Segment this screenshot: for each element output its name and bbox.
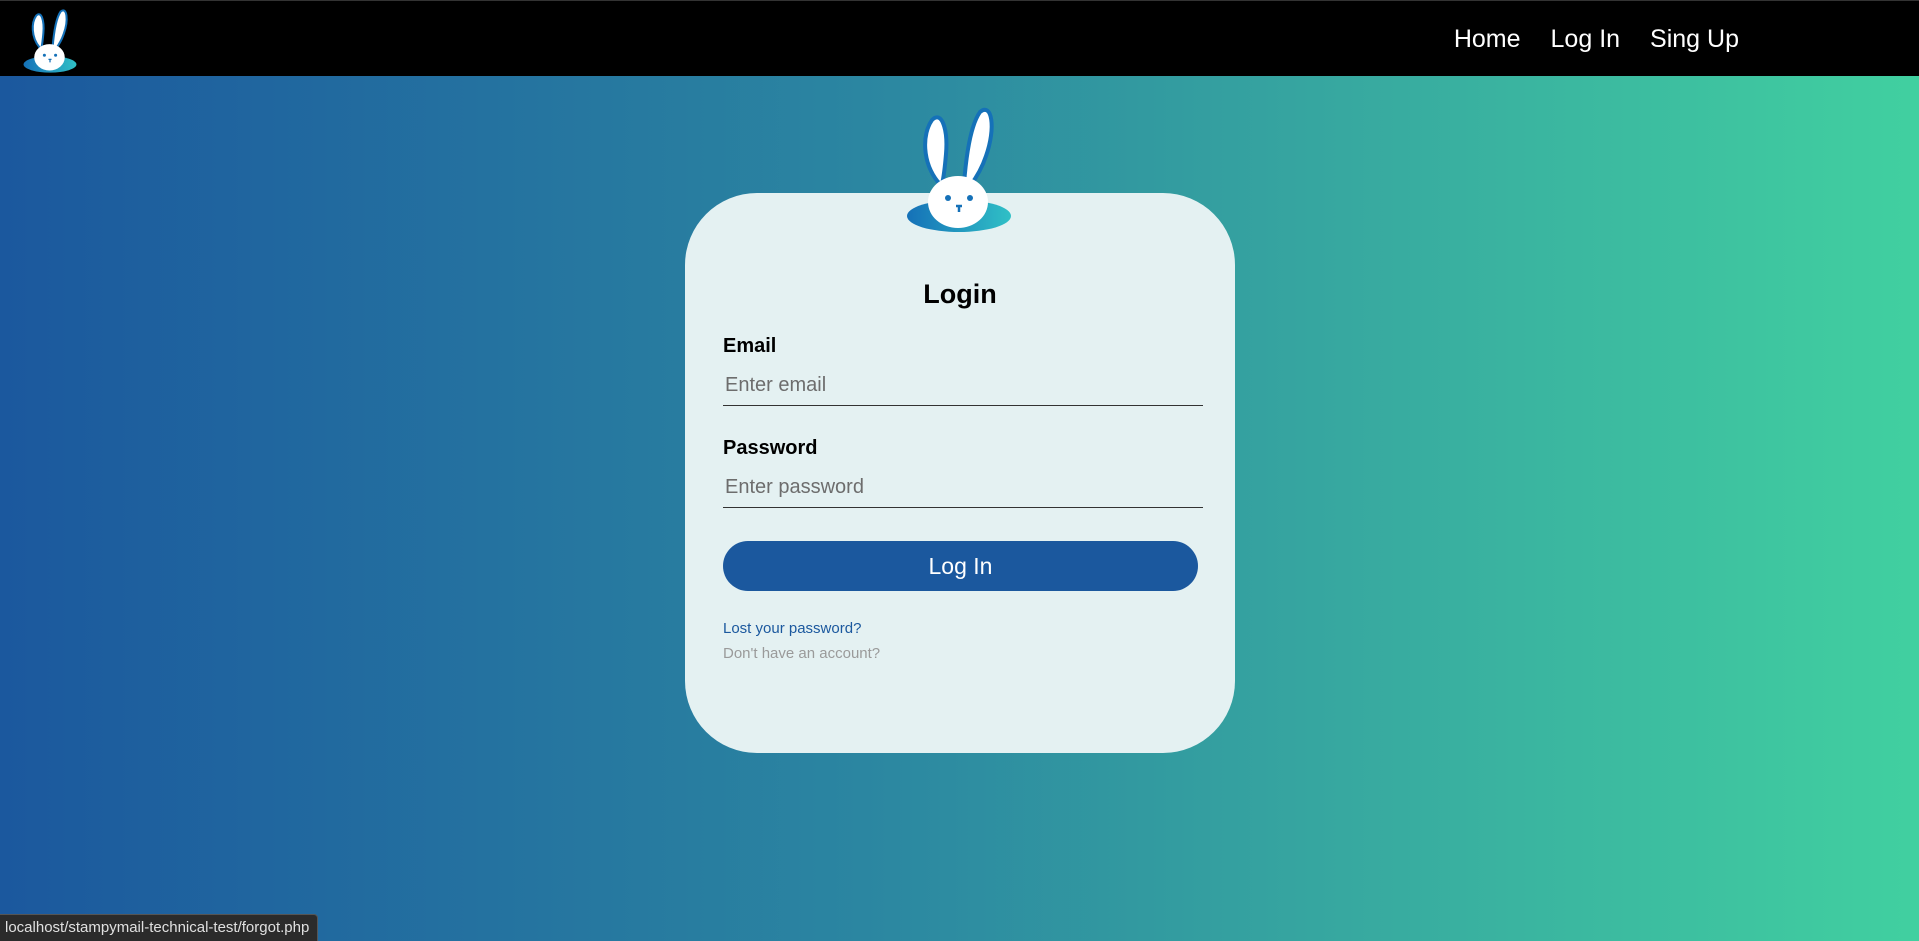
signup-link[interactable]: Don't have an account? (723, 645, 880, 662)
nav-login-link[interactable]: Log In (1551, 25, 1621, 54)
email-field[interactable] (723, 366, 1203, 406)
email-label: Email (723, 335, 777, 357)
browser-status-url: localhost/stampymail-technical-test/forg… (0, 914, 319, 941)
bunny-mascot-icon (907, 107, 1011, 232)
login-submit-button[interactable]: Log In (723, 541, 1198, 591)
page-title: Login (923, 279, 997, 309)
password-field[interactable] (723, 468, 1203, 508)
nav-signup-link[interactable]: Sing Up (1650, 25, 1739, 54)
forgot-password-link[interactable]: Lost your password? (723, 620, 861, 637)
top-navbar: Home Log In Sing Up (0, 0, 1919, 76)
nav-home-link[interactable]: Home (1454, 25, 1521, 54)
password-label: Password (723, 437, 818, 459)
nav-links: Home Log In Sing Up (1454, 1, 1739, 77)
login-card: Login Email Password Log In Lost your pa… (685, 193, 1235, 753)
bunny-logo-icon[interactable] (22, 7, 78, 73)
